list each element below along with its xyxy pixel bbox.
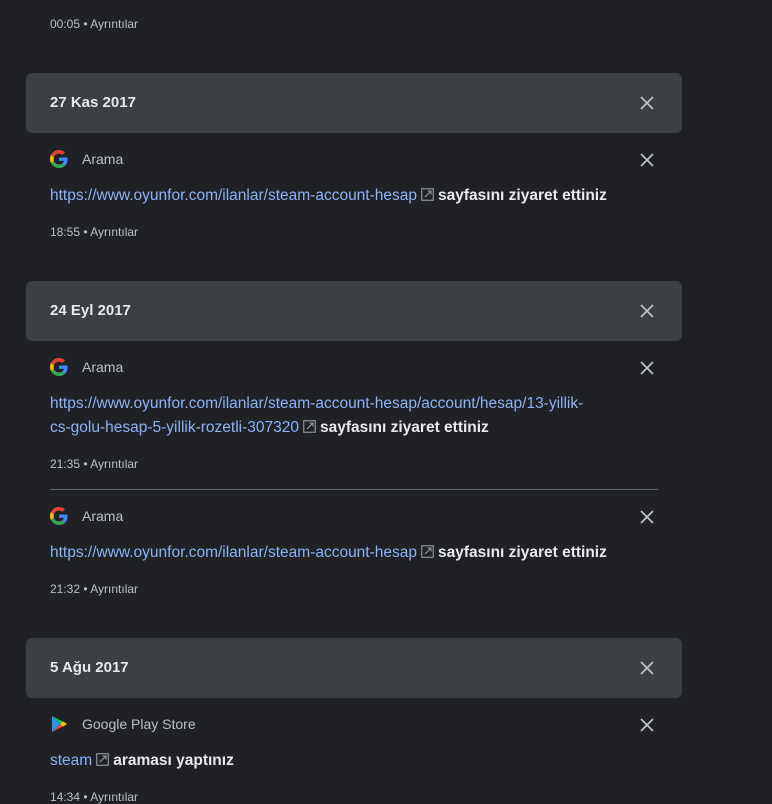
source-row: Google Play Store bbox=[50, 714, 196, 734]
activity-text: https://www.oyunfor.com/ilanlar/steam-ac… bbox=[50, 392, 660, 440]
activity-text: steam araması yaptınız bbox=[50, 749, 660, 773]
source-row: Arama bbox=[50, 506, 123, 526]
close-icon bbox=[640, 96, 654, 110]
activity-suffix: sayfasını ziyaret ettiniz bbox=[319, 419, 489, 436]
item-time: 21:35 bbox=[50, 457, 81, 471]
close-icon bbox=[640, 304, 654, 318]
delete-item-button[interactable] bbox=[635, 713, 659, 737]
visited-link[interactable]: https://www.oyunfor.com/ilanlar/steam-ac… bbox=[50, 544, 417, 561]
google-play-icon bbox=[50, 715, 68, 733]
item-time: 00:05 bbox=[50, 17, 81, 31]
details-link[interactable]: Ayrıntılar bbox=[90, 790, 138, 804]
day-header: 24 Eyl 2017 bbox=[26, 281, 682, 341]
item-time: 14:34 bbox=[50, 790, 81, 804]
visited-link[interactable]: https://www.oyunfor.com/ilanlar/steam-ac… bbox=[50, 395, 583, 436]
external-link-icon bbox=[96, 753, 109, 766]
item-meta: 18:55 • Ayrıntılar bbox=[50, 225, 139, 239]
item-divider bbox=[50, 489, 658, 490]
details-link[interactable]: Ayrıntılar bbox=[90, 225, 138, 239]
activity-suffix: araması yaptınız bbox=[113, 752, 234, 769]
item-meta: 21:35 • Ayrıntılar bbox=[50, 457, 139, 471]
activity-suffix: sayfasını ziyaret ettiniz bbox=[438, 544, 607, 561]
source-name: Google Play Store bbox=[82, 716, 196, 732]
close-icon bbox=[640, 153, 654, 167]
close-icon bbox=[640, 510, 654, 524]
close-icon bbox=[640, 661, 654, 675]
details-link[interactable]: Ayrıntılar bbox=[90, 457, 138, 471]
delete-day-button[interactable] bbox=[635, 91, 659, 115]
search-term-link[interactable]: steam bbox=[50, 752, 92, 769]
delete-item-button[interactable] bbox=[635, 356, 659, 380]
day-title: 5 Ağu 2017 bbox=[50, 659, 129, 676]
source-row: Arama bbox=[50, 149, 123, 169]
google-g-icon bbox=[50, 507, 68, 525]
item-meta: 14:34 • Ayrıntılar bbox=[50, 790, 139, 804]
details-link[interactable]: Ayrıntılar bbox=[90, 582, 138, 596]
source-row: Arama bbox=[50, 357, 123, 377]
item-meta: 00:05 • Ayrıntılar bbox=[50, 17, 139, 31]
delete-day-button[interactable] bbox=[635, 299, 659, 323]
activity-text: https://www.oyunfor.com/ilanlar/steam-ac… bbox=[50, 184, 660, 208]
visited-link[interactable]: https://www.oyunfor.com/ilanlar/steam-ac… bbox=[50, 187, 417, 204]
details-link[interactable]: Ayrıntılar bbox=[90, 17, 138, 31]
external-link-icon bbox=[421, 545, 434, 558]
day-header: 5 Ağu 2017 bbox=[26, 638, 682, 698]
day-title: 27 Kas 2017 bbox=[50, 94, 136, 111]
item-meta: 21:32 • Ayrıntılar bbox=[50, 582, 139, 596]
close-icon bbox=[640, 361, 654, 375]
source-name: Arama bbox=[82, 359, 124, 375]
source-name: Arama bbox=[82, 151, 124, 167]
item-time: 18:55 bbox=[50, 225, 81, 239]
google-g-icon bbox=[50, 358, 68, 376]
activity-text: https://www.oyunfor.com/ilanlar/steam-ac… bbox=[50, 541, 660, 565]
day-title: 24 Eyl 2017 bbox=[50, 302, 131, 319]
google-g-icon bbox=[50, 150, 68, 168]
external-link-icon bbox=[421, 188, 434, 201]
source-name: Arama bbox=[82, 508, 124, 524]
delete-item-button[interactable] bbox=[635, 148, 659, 172]
item-time: 21:32 bbox=[50, 582, 81, 596]
activity-suffix: sayfasını ziyaret ettiniz bbox=[438, 187, 607, 204]
day-header: 27 Kas 2017 bbox=[26, 73, 682, 133]
close-icon bbox=[640, 718, 654, 732]
delete-day-button[interactable] bbox=[635, 656, 659, 680]
delete-item-button[interactable] bbox=[635, 505, 659, 529]
external-link-icon bbox=[303, 420, 316, 433]
